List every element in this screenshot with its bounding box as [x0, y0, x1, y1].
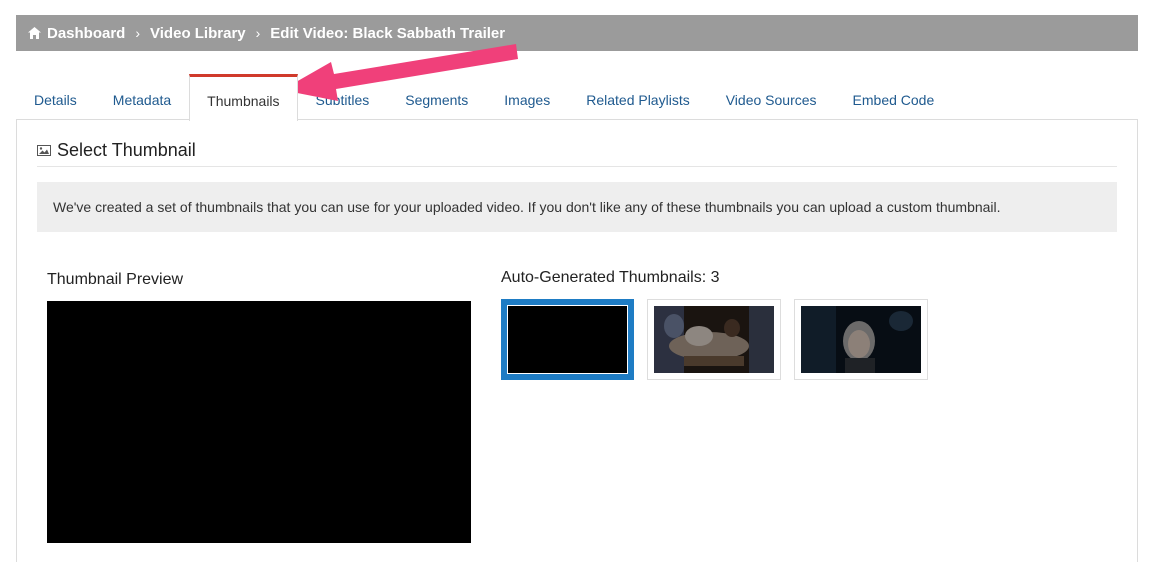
image-icon — [37, 144, 51, 156]
breadcrumb-separator: › — [135, 25, 141, 41]
tab-metadata[interactable]: Metadata — [95, 74, 189, 120]
tab-video-sources[interactable]: Video Sources — [708, 74, 835, 120]
thumbnail-preview-label: Thumbnail Preview — [47, 271, 184, 288]
breadcrumb-video-library[interactable]: Video Library — [150, 25, 246, 42]
tab-images[interactable]: Images — [486, 74, 568, 120]
tab-details[interactable]: Details — [16, 74, 95, 120]
breadcrumb-separator: › — [255, 25, 261, 41]
thumbnail-image-1 — [508, 306, 627, 373]
breadcrumb: Dashboard › Video Library › Edit Video: … — [16, 15, 1138, 51]
tab-thumbnails[interactable]: Thumbnails — [189, 74, 298, 121]
auto-generated-thumbnails — [501, 299, 928, 380]
edit-video-page: Dashboard › Video Library › Edit Video: … — [0, 0, 1158, 562]
tab-segments[interactable]: Segments — [387, 74, 486, 120]
breadcrumb-current-page: Edit Video: Black Sabbath Trailer — [270, 24, 506, 42]
info-message: We've created a set of thumbnails that y… — [37, 182, 1117, 232]
thumbnails-panel: Select Thumbnail We've created a set of … — [16, 119, 1138, 562]
tab-embed-code[interactable]: Embed Code — [835, 74, 953, 120]
info-message-text: We've created a set of thumbnails that y… — [53, 199, 1001, 215]
thumbnail-image-3 — [801, 306, 921, 373]
section-title-text: Select Thumbnail — [57, 139, 196, 160]
tab-subtitles[interactable]: Subtitles — [298, 74, 388, 120]
thumbnail-option-2[interactable] — [647, 299, 781, 380]
tab-related-playlists[interactable]: Related Playlists — [568, 74, 708, 120]
auto-generated-thumbnails-label: Auto-Generated Thumbnails: 3 — [501, 269, 720, 286]
edit-video-tabs: Details Metadata Thumbnails Subtitles Se… — [16, 74, 953, 121]
thumbnail-image-2 — [654, 306, 774, 373]
thumbnail-option-3[interactable] — [794, 299, 928, 380]
thumbnail-preview — [47, 301, 471, 543]
breadcrumb-dashboard[interactable]: Dashboard — [47, 25, 125, 42]
thumbnail-option-1[interactable] — [501, 299, 634, 380]
home-icon — [28, 27, 41, 39]
section-title: Select Thumbnail — [37, 140, 1117, 167]
